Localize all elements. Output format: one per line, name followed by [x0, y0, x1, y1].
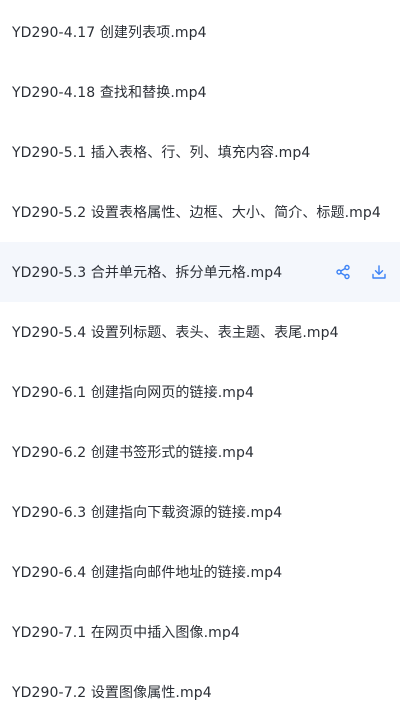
file-name: YD290-5.2 设置表格属性、边框、大小、简介、标题.mp4 [12, 205, 381, 221]
file-row[interactable]: YD290-6.4 创建指向邮件地址的链接.mp4 [0, 542, 400, 602]
file-name: YD290-6.1 创建指向网页的链接.mp4 [12, 385, 255, 401]
file-row[interactable]: YD290-6.3 创建指向下载资源的链接.mp4 [0, 482, 400, 542]
file-name: YD290-6.4 创建指向邮件地址的链接.mp4 [12, 565, 283, 581]
file-row[interactable]: YD290-6.1 创建指向网页的链接.mp4 [0, 362, 400, 422]
file-name: YD290-5.1 插入表格、行、列、填充内容.mp4 [12, 145, 311, 161]
file-row[interactable]: YD290-5.1 插入表格、行、列、填充内容.mp4 [0, 122, 400, 182]
file-name: YD290-5.3 合并单元格、拆分单元格.mp4 [12, 265, 283, 281]
file-name: YD290-5.4 设置列标题、表头、表主题、表尾.mp4 [12, 325, 339, 341]
file-list: YD290-4.17 创建列表项.mp4 YD290-4.18 查找和替换.mp… [0, 0, 400, 714]
file-row[interactable]: YD290-7.2 设置图像属性.mp4 [0, 662, 400, 714]
file-name: YD290-7.2 设置图像属性.mp4 [12, 685, 212, 701]
file-name: YD290-7.1 在网页中插入图像.mp4 [12, 625, 240, 641]
file-row[interactable]: YD290-4.18 查找和替换.mp4 [0, 62, 400, 122]
file-row[interactable]: YD290-5.2 设置表格属性、边框、大小、简介、标题.mp4 [0, 182, 400, 242]
file-name: YD290-6.2 创建书签形式的链接.mp4 [12, 445, 255, 461]
file-name: YD290-4.17 创建列表项.mp4 [12, 25, 207, 41]
file-row[interactable]: YD290-7.1 在网页中插入图像.mp4 [0, 602, 400, 662]
file-row-hovered[interactable]: YD290-5.3 合并单元格、拆分单元格.mp4 [0, 242, 400, 302]
file-row[interactable]: YD290-6.2 创建书签形式的链接.mp4 [0, 422, 400, 482]
row-actions [334, 263, 388, 281]
share-icon[interactable] [334, 263, 352, 281]
file-row[interactable]: YD290-5.4 设置列标题、表头、表主题、表尾.mp4 [0, 302, 400, 362]
download-icon[interactable] [370, 263, 388, 281]
file-name: YD290-6.3 创建指向下载资源的链接.mp4 [12, 505, 283, 521]
file-name: YD290-4.18 查找和替换.mp4 [12, 85, 207, 101]
file-row[interactable]: YD290-4.17 创建列表项.mp4 [0, 2, 400, 62]
